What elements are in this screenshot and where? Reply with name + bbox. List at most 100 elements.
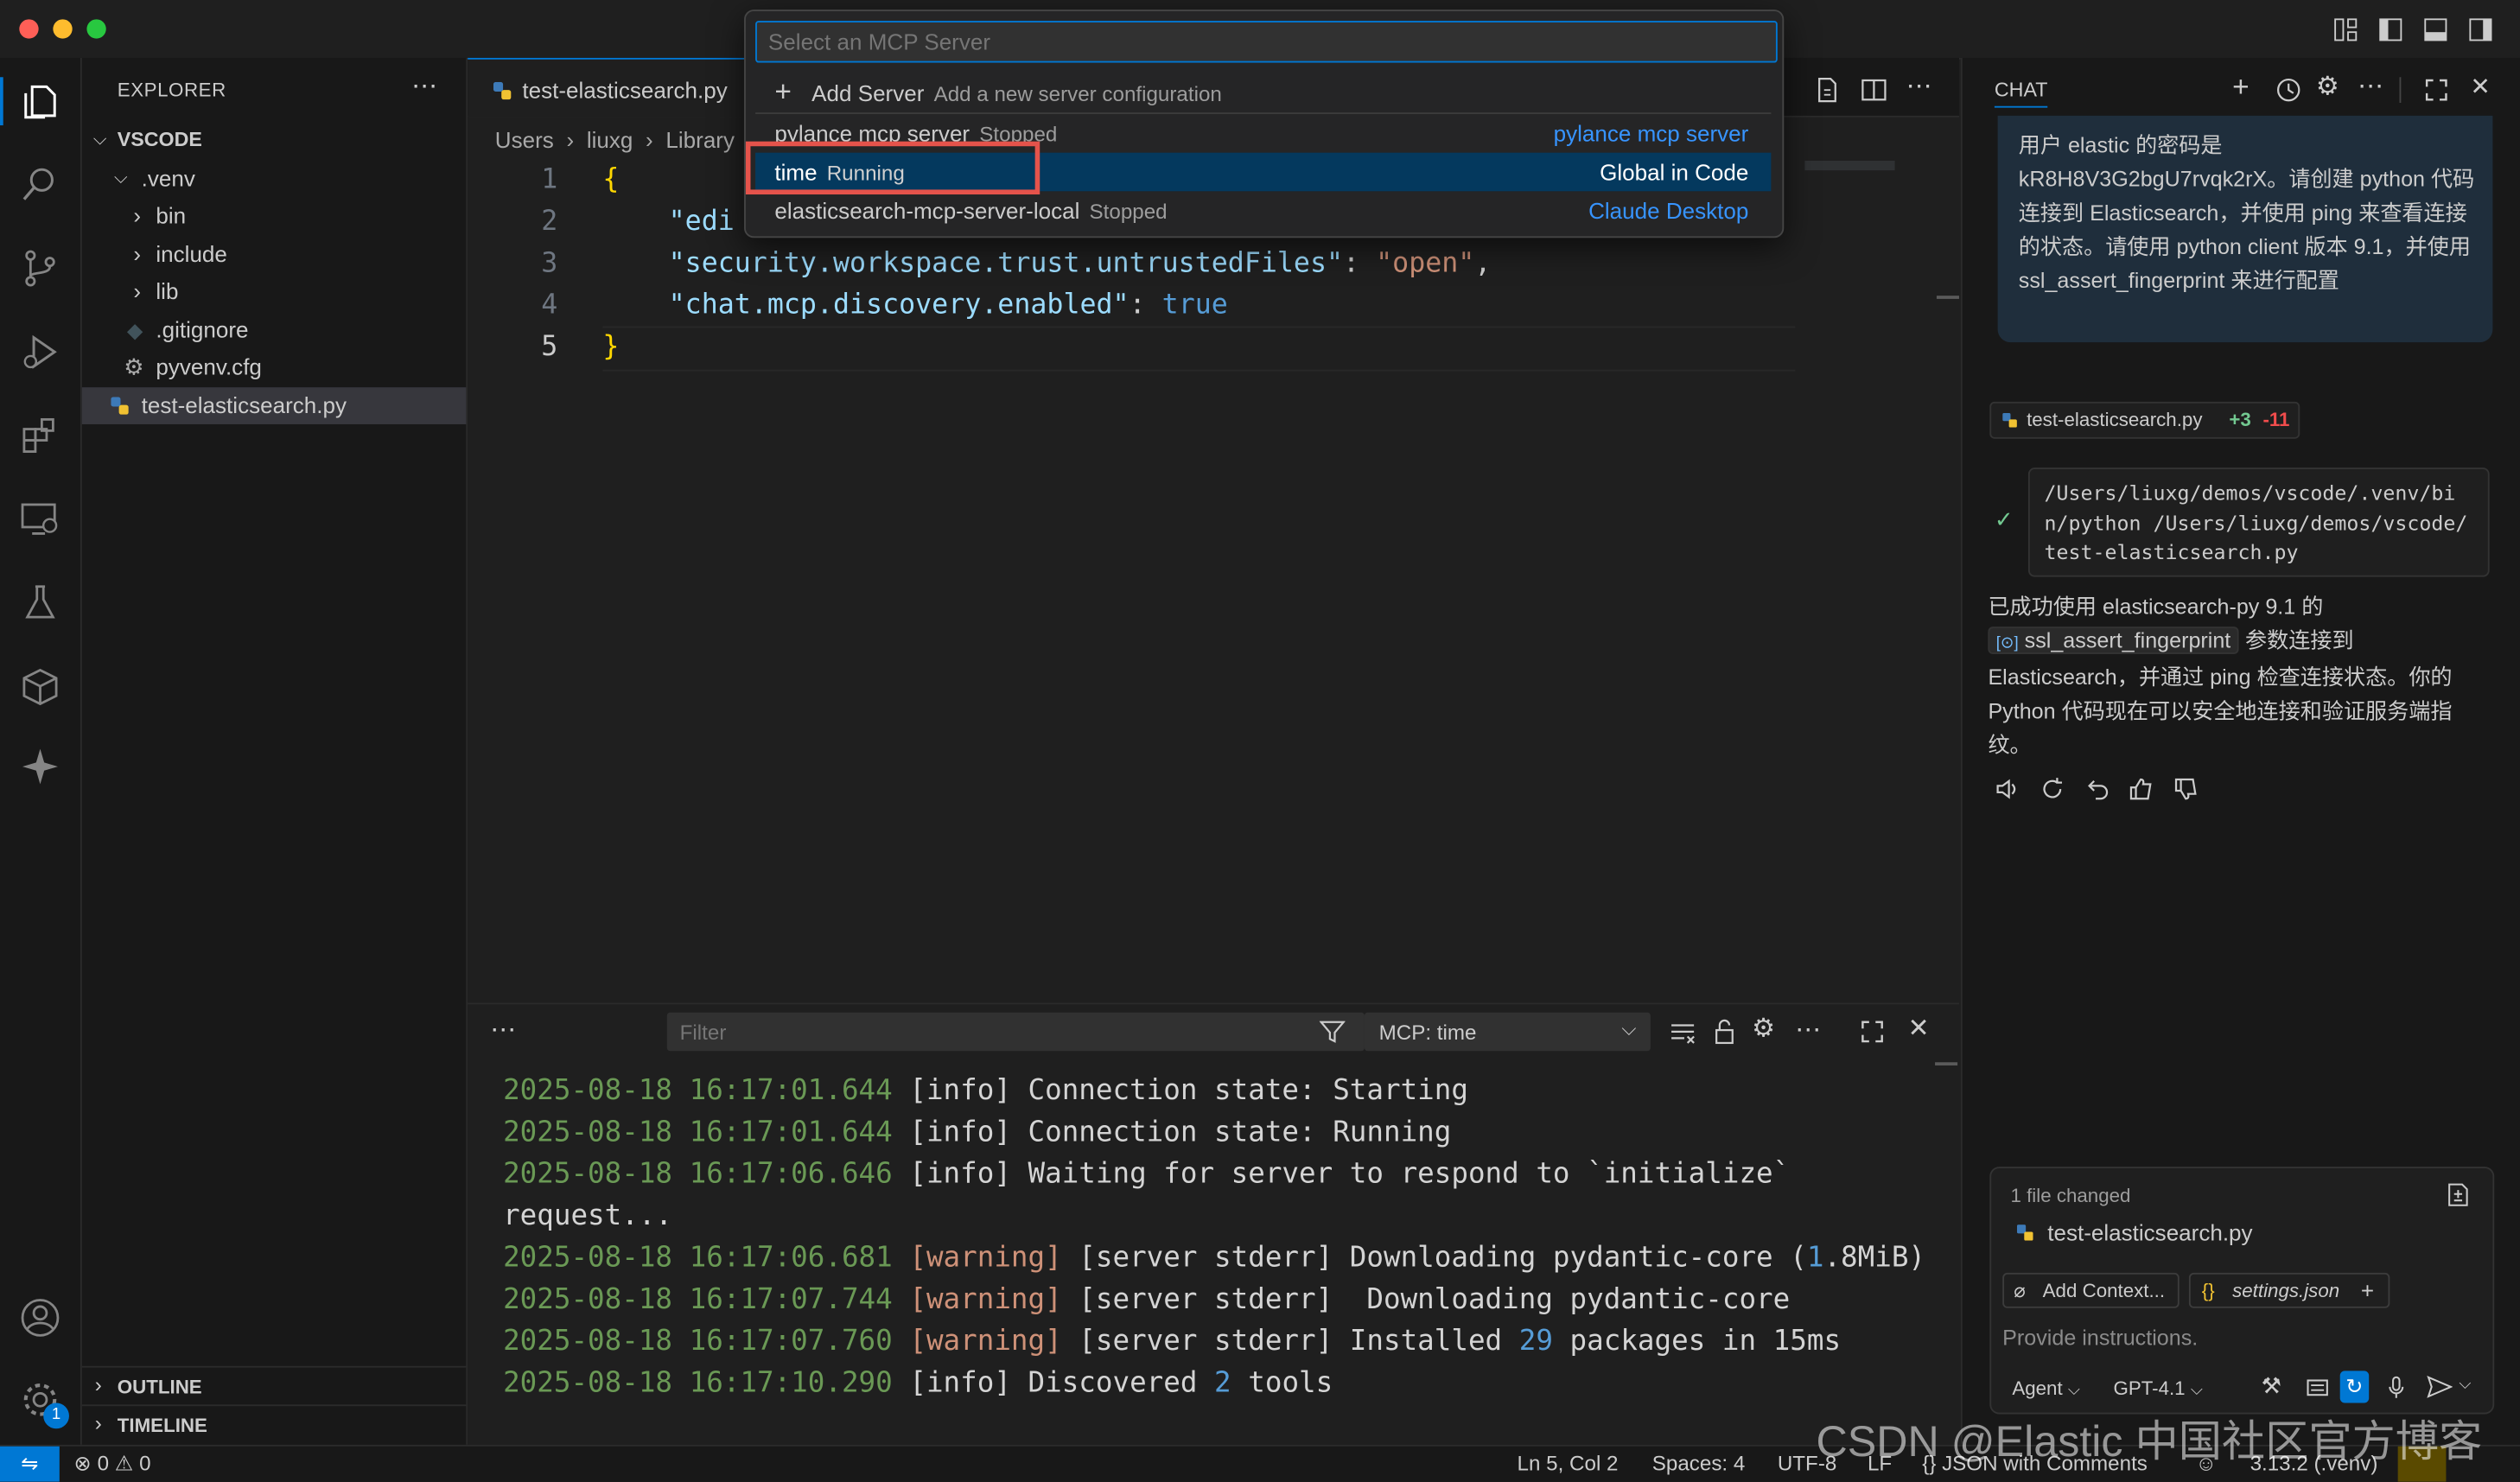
close-chat-icon[interactable]: ✕ xyxy=(2470,73,2490,102)
chat-input-placeholder[interactable]: Provide instructions. xyxy=(2002,1326,2198,1350)
python-file-icon xyxy=(2002,412,2017,428)
output-filter-input[interactable] xyxy=(666,1012,1365,1052)
split-editor-icon[interactable] xyxy=(1861,77,1887,103)
testing-icon[interactable] xyxy=(19,582,60,623)
tree-item-pyvenv[interactable]: ⚙ pyvenv.cfg xyxy=(82,349,466,386)
toggle-primary-sidebar-icon[interactable] xyxy=(2378,17,2402,41)
editor-more-icon[interactable]: ⋯ xyxy=(1906,71,1932,103)
remote-explorer-icon[interactable] xyxy=(19,499,60,540)
chat-panel: CHAT + ⚙ ⋯ ✕ 用户 elastic 的密码是 kR8H8V3G2bg… xyxy=(1960,57,2520,1445)
sidebar-more-icon[interactable]: ⋯ xyxy=(411,71,437,103)
read-aloud-icon[interactable] xyxy=(1995,776,2020,802)
log-message: Connection state: Starting xyxy=(1010,1075,1468,1108)
add-chip-plus-icon[interactable]: + xyxy=(2361,1275,2374,1307)
line-number: 5 xyxy=(541,331,558,364)
tab-test-elasticsearch[interactable]: test-elasticsearch.py xyxy=(468,57,749,118)
layout-customize-icon[interactable] xyxy=(2333,17,2358,41)
edited-file-pill[interactable]: test-elasticsearch.py +3 -11 xyxy=(1989,401,2300,439)
model-label: GPT-4.1 xyxy=(2113,1377,2186,1400)
thumbs-up-icon[interactable] xyxy=(2128,776,2154,802)
tree-item-gitignore[interactable]: ◆ .gitignore xyxy=(82,312,466,349)
account-icon[interactable] xyxy=(19,1297,60,1339)
mode-picker[interactable]: Agent ⌵ xyxy=(2012,1377,2080,1400)
filter-icon[interactable] xyxy=(1319,1019,1346,1045)
toggle-secondary-sidebar-icon[interactable] xyxy=(2468,17,2492,41)
tree-item-include[interactable]: › include xyxy=(82,236,466,273)
auto-approve-toggle[interactable]: ↻ xyxy=(2339,1371,2370,1403)
microphone-icon[interactable] xyxy=(2385,1376,2408,1398)
output-channel-select[interactable]: MCP: time ⌵ xyxy=(1364,1012,1651,1052)
tree-item-lib[interactable]: › lib xyxy=(82,273,466,310)
chevron-down-icon[interactable]: ⌵ xyxy=(2459,1376,2471,1393)
tree-item-test-elasticsearch[interactable]: test-elasticsearch.py xyxy=(81,387,467,424)
open-changes-icon[interactable] xyxy=(1815,77,1841,103)
maximize-window-button[interactable] xyxy=(86,19,106,39)
tree-item-bin[interactable]: › bin xyxy=(82,198,466,235)
cursor-position[interactable]: Ln 5, Col 2 xyxy=(1518,1451,1619,1475)
extensions-icon[interactable] xyxy=(19,415,60,456)
breadcrumb: Users › liuxg › Library xyxy=(495,127,735,153)
outline-section[interactable]: › OUTLINE xyxy=(81,1365,467,1406)
retry-icon[interactable] xyxy=(2040,776,2065,802)
code-close-brace: } xyxy=(602,331,620,364)
tree-item-venv[interactable]: ⌵ .venv xyxy=(82,161,466,198)
assistant-response: 已成功使用 elasticsearch-py 9.1 的 [⊙] ssl_ass… xyxy=(1988,590,2494,762)
tree-item-label: bin xyxy=(156,202,187,229)
containers-icon[interactable] xyxy=(19,665,60,707)
mcp-server-quick-pick: + Add Server Add a new server configurati… xyxy=(744,10,1785,239)
thumbs-down-icon[interactable] xyxy=(2173,776,2199,802)
copilot-sparkle-icon[interactable] xyxy=(19,746,60,787)
breadcrumb-item[interactable]: Library xyxy=(665,127,735,153)
undo-icon[interactable] xyxy=(2084,776,2110,802)
tools-icon[interactable]: ⚒ xyxy=(2262,1372,2281,1400)
remote-indicator-icon[interactable]: ⇋ xyxy=(0,1446,60,1482)
maximize-chat-icon[interactable] xyxy=(2425,79,2447,101)
add-context-button[interactable]: ⌀ Add Context... xyxy=(2002,1272,2180,1308)
chat-more-icon[interactable]: ⋯ xyxy=(2358,71,2383,103)
toggle-panel-icon[interactable] xyxy=(2423,17,2447,41)
tree-item-label: .gitignore xyxy=(156,316,249,343)
lock-scroll-icon[interactable] xyxy=(1712,1019,1738,1045)
problems-status[interactable]: ⊗ 0 ⚠ 0 xyxy=(74,1451,151,1477)
lines-removed: -11 xyxy=(2262,408,2290,431)
server-status: Stopped xyxy=(1089,199,1168,224)
explorer-icon[interactable] xyxy=(19,80,60,122)
close-panel-icon[interactable]: ✕ xyxy=(1907,1013,1929,1045)
breadcrumb-item[interactable]: Users xyxy=(495,127,554,153)
timeline-section[interactable]: › TIMELINE xyxy=(81,1404,467,1444)
indentation[interactable]: Spaces: 4 xyxy=(1652,1451,1746,1475)
code-symbol-label: ssl_assert_fingerprint xyxy=(2024,628,2231,653)
keyboard-icon[interactable] xyxy=(2307,1376,2329,1398)
changed-file-name[interactable]: test-elasticsearch.py xyxy=(2047,1220,2252,1246)
code-open-brace: { xyxy=(602,163,620,196)
log-level: [warning] xyxy=(909,1283,1062,1317)
quick-pick-input[interactable] xyxy=(755,21,1778,63)
panel-more-icon[interactable]: ⋯ xyxy=(490,1014,516,1046)
history-icon[interactable] xyxy=(2275,77,2301,103)
settings-json-chip[interactable]: {} settings.json + xyxy=(2188,1272,2390,1308)
tree-folder-root[interactable]: ⌵ VSCODE xyxy=(82,122,466,159)
settings-gear-icon[interactable]: ⚙ xyxy=(1752,1013,1775,1045)
breadcrumb-item[interactable]: liuxg xyxy=(587,127,633,153)
review-changes-icon[interactable] xyxy=(2446,1183,2470,1207)
close-window-button[interactable] xyxy=(19,19,39,39)
log-number: 1 xyxy=(1806,1242,1824,1275)
search-icon[interactable] xyxy=(19,164,60,206)
log-line: 2025-08-18 16:17:07.744 [warning] [serve… xyxy=(503,1279,1790,1320)
code-symbol-chip[interactable]: [⊙] ssl_assert_fingerprint xyxy=(1988,627,2239,654)
model-picker[interactable]: GPT-4.1 ⌵ xyxy=(2113,1377,2202,1400)
minimize-window-button[interactable] xyxy=(53,19,73,39)
send-icon[interactable] xyxy=(2427,1375,2453,1398)
clear-output-icon[interactable] xyxy=(1670,1021,1696,1046)
panel-overflow-icon[interactable]: ⋯ xyxy=(1795,1014,1821,1046)
new-chat-plus-icon[interactable]: + xyxy=(2232,71,2250,105)
chat-settings-gear-icon[interactable]: ⚙ xyxy=(2316,71,2339,103)
source-control-icon[interactable] xyxy=(19,247,60,289)
server-item-elasticsearch[interactable]: elasticsearch-mcp-server-local Stopped Cl… xyxy=(755,191,1771,230)
add-server-item[interactable]: + Add Server Add a new server configurati… xyxy=(755,74,1771,113)
maximize-panel-icon[interactable] xyxy=(1861,1021,1884,1043)
minimap[interactable] xyxy=(1804,160,1895,171)
run-debug-icon[interactable] xyxy=(19,331,60,372)
log-message: Waiting for server to respond to `initia… xyxy=(1010,1158,1791,1192)
chevron-down-icon: ⌵ xyxy=(1621,1017,1637,1040)
